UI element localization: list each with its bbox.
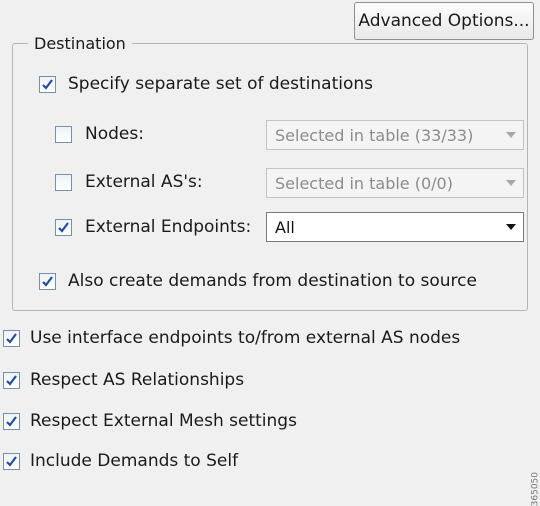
use-interface-endpoints-checkbox[interactable] <box>3 330 20 347</box>
include-demands-to-self-checkbox[interactable] <box>3 453 20 470</box>
external-endpoints-select-value: All <box>275 217 295 237</box>
include-demands-to-self-label: Include Demands to Self <box>30 451 239 471</box>
check-icon <box>6 456 17 467</box>
check-icon <box>6 416 17 427</box>
external-as-label: External AS's: <box>85 172 203 192</box>
respect-external-mesh-checkbox[interactable] <box>3 413 20 430</box>
chevron-down-icon <box>499 224 523 230</box>
respect-as-relationships-label: Respect AS Relationships <box>30 370 245 390</box>
advanced-options-button[interactable]: Advanced Options... <box>354 2 534 40</box>
chevron-down-icon <box>499 180 523 186</box>
also-create-label: Also create demands from destination to … <box>68 271 477 291</box>
specify-separate-label: Specify separate set of destinations <box>68 74 374 94</box>
nodes-select-value: Selected in table (33/33) <box>275 125 474 145</box>
figure-id: 365050 <box>530 472 540 506</box>
destination-group-legend: Destination <box>28 33 132 55</box>
check-icon <box>58 222 69 233</box>
respect-as-relationships-checkbox[interactable] <box>3 372 20 389</box>
check-icon <box>6 333 17 344</box>
external-endpoints-select[interactable]: All <box>266 212 524 242</box>
external-endpoints-label: External Endpoints: <box>85 217 252 237</box>
external-as-select[interactable]: Selected in table (0/0) <box>266 168 524 198</box>
check-icon <box>42 79 53 90</box>
nodes-select[interactable]: Selected in table (33/33) <box>266 120 524 150</box>
also-create-checkbox[interactable] <box>39 273 56 290</box>
external-as-checkbox[interactable] <box>55 174 72 191</box>
specify-separate-checkbox[interactable] <box>39 76 56 93</box>
check-icon <box>42 276 53 287</box>
external-endpoints-checkbox[interactable] <box>55 219 72 236</box>
use-interface-endpoints-label: Use interface endpoints to/from external… <box>30 328 461 348</box>
chevron-down-icon <box>499 132 523 138</box>
nodes-checkbox[interactable] <box>55 126 72 143</box>
nodes-label: Nodes: <box>85 124 144 144</box>
respect-external-mesh-label: Respect External Mesh settings <box>30 411 297 431</box>
check-icon <box>6 375 17 386</box>
external-as-select-value: Selected in table (0/0) <box>275 173 453 193</box>
